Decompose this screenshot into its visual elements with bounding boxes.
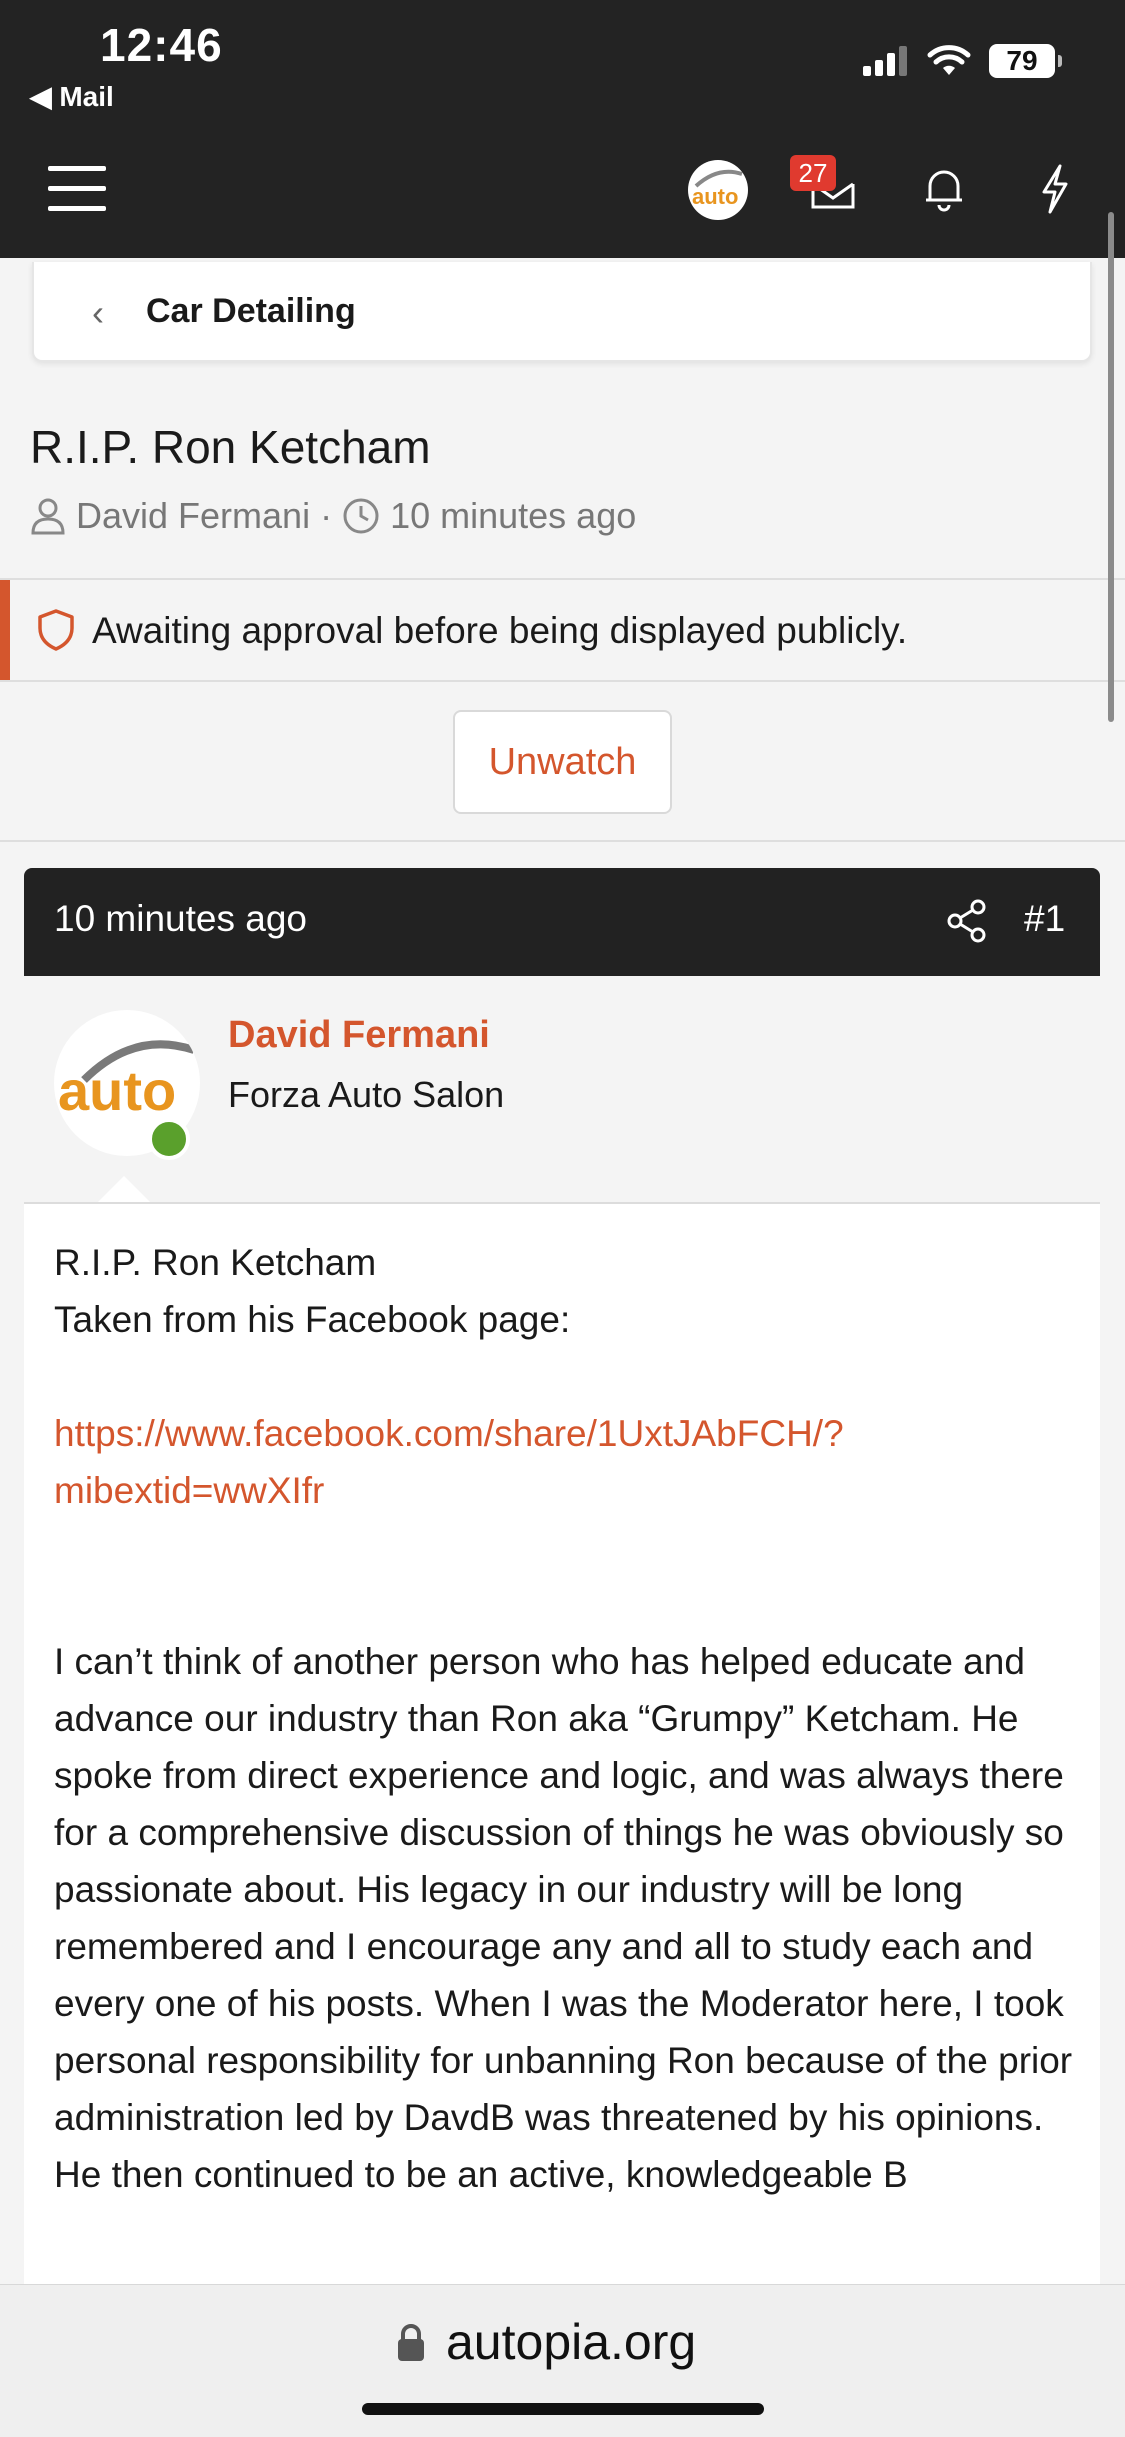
clock-icon — [343, 498, 379, 534]
post-content: R.I.P. Ron Ketcham Taken from his Facebo… — [54, 1234, 1084, 2203]
chevron-left-icon: ‹ — [92, 292, 104, 333]
post-paragraph: I can’t think of another person who has … — [54, 1641, 1073, 2195]
user-icon — [31, 498, 65, 535]
browser-address-bar[interactable]: autopia.org — [0, 2284, 1125, 2437]
share-icon[interactable] — [946, 898, 988, 944]
shield-icon — [38, 609, 74, 651]
status-icons: 79 — [863, 44, 1062, 78]
thread-time[interactable]: 10 minutes ago — [390, 495, 636, 537]
unwatch-button[interactable]: Unwatch — [453, 710, 672, 814]
message-pointer — [98, 1176, 150, 1202]
thread-actions: Unwatch — [0, 682, 1125, 842]
author-name[interactable]: David Fermani — [228, 1014, 490, 1057]
author-title: Forza Auto Salon — [228, 1074, 505, 1115]
thread-author[interactable]: David Fermani — [76, 495, 310, 537]
battery-indicator: 79 — [989, 44, 1062, 78]
scrollbar[interactable] — [1108, 212, 1114, 722]
inbox-count-badge: 27 — [790, 155, 836, 191]
thread-meta: David Fermani · 10 minutes ago — [30, 495, 636, 537]
app-header: 12:46 ◀ Mail 79 auto 27 — [0, 0, 1125, 258]
menu-icon[interactable] — [48, 166, 108, 212]
svg-text:auto: auto — [692, 184, 738, 209]
post-time[interactable]: 10 minutes ago — [54, 898, 307, 940]
post-line: R.I.P. Ron Ketcham — [54, 1242, 377, 1283]
thread-title: R.I.P. Ron Ketcham — [30, 421, 431, 473]
status-time: 12:46 — [100, 19, 223, 71]
home-indicator[interactable] — [362, 2403, 764, 2415]
lightning-icon[interactable] — [1038, 164, 1072, 214]
bell-icon[interactable] — [922, 164, 966, 212]
approval-notice: Awaiting approval before being displayed… — [0, 578, 1125, 682]
online-status-icon — [148, 1118, 190, 1160]
approval-text: Awaiting approval before being displayed… — [92, 610, 908, 651]
post-header: 10 minutes ago #1 — [24, 868, 1100, 976]
auto-logo-icon: auto — [692, 169, 743, 209]
svg-text:auto: auto — [58, 1059, 176, 1122]
post-number-link[interactable]: #1 — [1024, 898, 1065, 940]
post-body: R.I.P. Ron Ketcham Taken from his Facebo… — [24, 1204, 1100, 2284]
post-author-box: auto David Fermani Forza Auto Salon — [24, 976, 1100, 1204]
breadcrumb[interactable]: ‹ Car Detailing — [32, 262, 1092, 362]
wifi-icon — [927, 45, 971, 75]
post-line: Taken from his Facebook page: — [54, 1299, 571, 1340]
user-avatar[interactable]: auto — [688, 160, 748, 220]
url-text[interactable]: autopia.org — [446, 2313, 696, 2371]
lock-icon — [398, 2324, 424, 2361]
facebook-link[interactable]: https://www.facebook.com/share/1UxtJAbFC… — [54, 1413, 844, 1511]
notice-accent-bar — [0, 580, 10, 680]
back-to-mail-link[interactable]: ◀ Mail — [30, 80, 114, 113]
meta-separator: · — [320, 495, 333, 536]
signal-icon — [863, 46, 907, 76]
breadcrumb-label[interactable]: Car Detailing — [146, 292, 356, 331]
